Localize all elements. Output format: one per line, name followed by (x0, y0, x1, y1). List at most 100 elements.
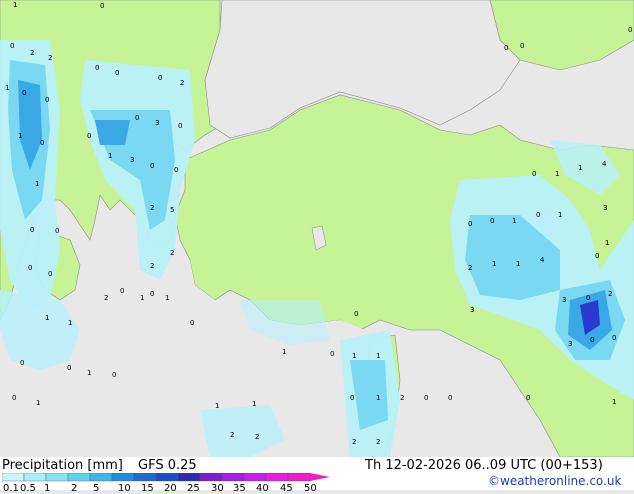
precip-value-label: 0 (190, 319, 194, 327)
precip-value-label: 0 (174, 166, 178, 174)
precip-value-label: 1 (492, 260, 496, 268)
precip-value-label: 4 (602, 160, 607, 168)
precip-value-label: 1 (578, 164, 582, 172)
precip-value-label: 2 (170, 249, 174, 257)
color-scale-tick-label: 0.5 (20, 483, 36, 494)
map-title: Precipitation [mm] (2, 458, 123, 473)
precip-value-label: 0 (350, 394, 354, 402)
precip-value-label: 0 (424, 394, 428, 402)
precip-value-label: 1 (376, 394, 380, 402)
color-scale-tick-label: 45 (280, 483, 293, 494)
precip-value-label: 2 (104, 294, 108, 302)
precip-value-label: 3 (155, 119, 159, 127)
precip-value-label: 0 (135, 114, 139, 122)
precip-value-label: 0 (520, 42, 524, 50)
color-scale-tick-label: 5 (93, 483, 100, 494)
precip-value-label: 3 (603, 204, 607, 212)
precip-value-label: 0 (586, 294, 590, 302)
precip-value-label: 1 (140, 294, 144, 302)
precip-value-label: 2 (255, 433, 259, 441)
color-scale-swatch (155, 473, 179, 482)
precip-value-label: 0 (150, 162, 154, 170)
color-scale-bar (2, 473, 330, 482)
precip-value-label: 1 (558, 211, 562, 219)
precip-value-label: 2 (180, 79, 184, 87)
precip-value-label: 0 (20, 359, 24, 367)
color-scale-swatch (23, 473, 47, 482)
color-scale-tick-label: 50 (304, 483, 317, 494)
precip-value-label: 2 (400, 394, 404, 402)
precip-value-label: 3 (470, 306, 474, 314)
precip-value-label: 1 (352, 352, 356, 360)
color-scale-tick-label: 40 (256, 483, 269, 494)
color-scale-swatch (265, 473, 289, 482)
precip-value-label: 2 (48, 54, 52, 62)
precip-value-label: 1 (36, 399, 40, 407)
precip-value-label: 1 (252, 400, 256, 408)
precip-value-label: 1 (376, 352, 380, 360)
precip-value-label: 0 (120, 287, 124, 295)
precip-value-label: 2 (30, 49, 34, 57)
precip-value-label: 0 (158, 74, 162, 82)
precip-value-label: 0 (330, 350, 334, 358)
color-scale-swatch (243, 473, 267, 482)
color-scale-swatch (177, 473, 201, 482)
precip-value-label: 2 (376, 438, 380, 446)
precip-value-label: 0 (612, 334, 616, 342)
color-scale-tick-label: 20 (164, 483, 177, 494)
precip-value-label: 0 (95, 64, 99, 72)
precip-value-label: 3 (568, 340, 572, 348)
precip-value-label: 1 (612, 398, 616, 406)
precip-value-label: 0 (87, 132, 91, 140)
model-name: GFS 0.25 (138, 458, 197, 473)
precip-value-label: 1 (68, 319, 72, 327)
precip-value-label: 1 (215, 402, 219, 410)
precip-value-label: 0 (532, 170, 536, 178)
precip-value-label: 0 (115, 69, 119, 77)
precip-value-label: 1 (45, 314, 49, 322)
color-scale-swatch (133, 473, 157, 482)
color-scale-swatch (221, 473, 245, 482)
precip-value-label: 0 (590, 336, 594, 344)
color-scale-swatch (89, 473, 113, 482)
color-scale-swatch (287, 473, 311, 482)
credit-link[interactable]: ©weatheronline.co.uk (488, 474, 621, 488)
precip-value-label: 0 (10, 42, 14, 50)
precip-value-label: 1 (18, 132, 22, 140)
precip-value-label: 0 (354, 310, 358, 318)
color-scale-tick-label: 35 (233, 483, 246, 494)
color-scale-tick-label: 1 (44, 483, 51, 494)
precip-value-label: 2 (468, 264, 472, 272)
color-scale-swatch (111, 473, 135, 482)
color-scale-swatch (199, 473, 223, 482)
precip-value-label: 0 (468, 220, 472, 228)
precip-value-label: 0 (178, 122, 182, 130)
precip-value-label: 0 (628, 26, 632, 34)
precip-value-label: 5 (170, 206, 174, 214)
precip-value-label: 1 (165, 294, 169, 302)
precipitation-map: 1 2 0 0 0 0 2 0 2 1 0 0 3 0 0 1 0 0 1 3 0 0 1 2 5 0 0 2 2 0 0 0 0 2 1 1 1 1 0 0… (0, 0, 634, 457)
precip-value-label: 2 (150, 262, 154, 270)
precip-value-label: 2 (150, 204, 154, 212)
color-scale-swatch (2, 473, 25, 482)
map-footer: Precipitation [mm] GFS 0.25 Th 12-02-202… (0, 457, 634, 494)
color-scale-tick-label: 25 (187, 483, 200, 494)
precip-value-label: 4 (540, 256, 545, 264)
precip-value-label: 1 (108, 152, 112, 160)
precip-value-label: 1 (35, 180, 39, 188)
color-scale-swatch (45, 473, 69, 482)
precip-value-label: 0 (48, 270, 52, 278)
color-scale-tick-label: 15 (141, 483, 154, 494)
precip-value-label: 0 (55, 227, 59, 235)
color-scale-tick-label: 10 (118, 483, 131, 494)
precip-value-label: 1 (5, 84, 9, 92)
precip-value-label: 1 (516, 260, 520, 268)
precip-value-label: 0 (22, 89, 26, 97)
color-scale-tick-label: 0.1 (3, 483, 19, 494)
precip-value-label: 0 (448, 394, 452, 402)
precip-value-label: 1 (605, 239, 609, 247)
precip-value-label: 0 (150, 290, 154, 298)
precip-value-label: 0 (28, 264, 32, 272)
precip-value-label: 2 (608, 290, 612, 298)
precip-value-label: 0 (526, 394, 530, 402)
